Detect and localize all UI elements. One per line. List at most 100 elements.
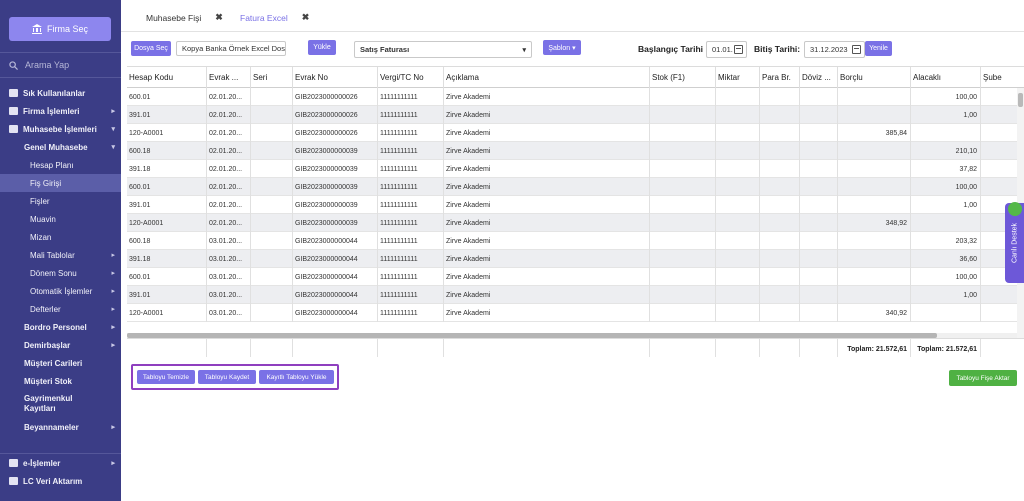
table-cell[interactable] — [799, 88, 837, 106]
table-cell[interactable] — [649, 214, 715, 232]
table-cell[interactable] — [980, 106, 1010, 124]
sidebar-item[interactable]: Hesap Planı — [0, 156, 121, 174]
tabloyu-kaydet-button[interactable]: Tabloyu Kaydet — [198, 370, 256, 384]
table-cell[interactable] — [250, 160, 292, 178]
table-cell[interactable]: 600.18 — [127, 142, 206, 160]
sidebar-item[interactable]: Müşteri Stok — [0, 372, 121, 390]
table-cell[interactable]: 340,92 — [837, 304, 910, 322]
calendar-icon[interactable] — [734, 45, 743, 54]
table-cell[interactable]: Zirve Akademi — [443, 286, 649, 304]
table-cell[interactable] — [759, 286, 799, 304]
table-cell[interactable]: GIB2023000000044 — [292, 232, 377, 250]
table-cell[interactable] — [715, 286, 759, 304]
tabloyu-fise-aktar-button[interactable]: Tabloyu Fişe Aktar — [949, 370, 1017, 386]
table-cell[interactable] — [799, 250, 837, 268]
table-cell[interactable] — [759, 214, 799, 232]
table-cell[interactable]: GIB2023000000044 — [292, 304, 377, 322]
table-cell[interactable] — [715, 106, 759, 124]
table-cell[interactable]: 03.01.20... — [206, 232, 250, 250]
table-cell[interactable] — [837, 232, 910, 250]
table-cell[interactable]: 11111111111 — [377, 196, 443, 214]
sidebar-item[interactable]: Genel Muhasebe ▾ — [0, 138, 121, 156]
table-cell[interactable] — [837, 178, 910, 196]
table-cell[interactable] — [799, 214, 837, 232]
sidebar-item[interactable]: Sık Kullanılanlar — [0, 84, 121, 102]
table-cell[interactable] — [250, 88, 292, 106]
table-cell[interactable]: GIB2023000000044 — [292, 250, 377, 268]
table-cell[interactable] — [715, 196, 759, 214]
sidebar-item[interactable]: Defterler ▸ — [0, 300, 121, 318]
table-cell[interactable] — [759, 232, 799, 250]
table-cell[interactable] — [250, 286, 292, 304]
table-cell[interactable]: 11111111111 — [377, 124, 443, 142]
table-cell[interactable] — [250, 196, 292, 214]
table-cell[interactable]: 02.01.20... — [206, 178, 250, 196]
table-cell[interactable] — [980, 286, 1010, 304]
table-cell[interactable]: GIB2023000000026 — [292, 106, 377, 124]
table-cell[interactable] — [799, 124, 837, 142]
table-row[interactable]: 120-A0001 03.01.20... GIB2023000000044 1111… — [127, 304, 1017, 322]
table-cell[interactable]: 391.18 — [127, 250, 206, 268]
bitis-tarihi-input[interactable]: 31.12.2023 — [804, 41, 865, 58]
table-cell[interactable]: Zirve Akademi — [443, 106, 649, 124]
column-header[interactable]: Vergi/TC No — [377, 67, 443, 88]
table-cell[interactable] — [759, 196, 799, 214]
table-cell[interactable] — [799, 268, 837, 286]
table-cell[interactable]: GIB2023000000026 — [292, 88, 377, 106]
table-cell[interactable]: 11111111111 — [377, 268, 443, 286]
table-cell[interactable] — [837, 196, 910, 214]
yukle-button[interactable]: Yükle — [308, 40, 336, 55]
table-cell[interactable] — [715, 304, 759, 322]
table-cell[interactable]: 11111111111 — [377, 142, 443, 160]
table-cell[interactable] — [649, 304, 715, 322]
table-cell[interactable]: Zirve Akademi — [443, 250, 649, 268]
column-header[interactable]: Stok (F1) — [649, 67, 715, 88]
table-cell[interactable] — [250, 124, 292, 142]
table-cell[interactable]: 11111111111 — [377, 286, 443, 304]
table-cell[interactable]: Zirve Akademi — [443, 88, 649, 106]
table-cell[interactable]: 02.01.20... — [206, 88, 250, 106]
table-cell[interactable] — [980, 304, 1010, 322]
baslangic-tarihi-input[interactable]: 01.01. — [706, 41, 747, 58]
sidebar-item[interactable]: Demirbaşlar ▸ — [0, 336, 121, 354]
table-cell[interactable]: 11111111111 — [377, 178, 443, 196]
table-cell[interactable] — [715, 178, 759, 196]
close-icon[interactable]: ✖ — [215, 12, 223, 23]
table-cell[interactable] — [649, 124, 715, 142]
table-cell[interactable] — [649, 160, 715, 178]
sidebar-item[interactable]: Mali Tablolar ▸ — [0, 246, 121, 264]
fis-turu-select[interactable]: Satış Faturası ▾ — [354, 41, 532, 58]
calendar-icon[interactable] — [852, 45, 861, 54]
table-cell[interactable]: Zirve Akademi — [443, 268, 649, 286]
sablon-button[interactable]: Şablon ▾ — [543, 40, 581, 55]
table-row[interactable]: 600.18 03.01.20... GIB2023000000044 1111111… — [127, 232, 1017, 250]
table-cell[interactable] — [799, 106, 837, 124]
column-header[interactable]: Para Br. — [759, 67, 799, 88]
table-cell[interactable] — [759, 178, 799, 196]
table-cell[interactable]: GIB2023000000026 — [292, 124, 377, 142]
table-cell[interactable]: Zirve Akademi — [443, 214, 649, 232]
table-cell[interactable] — [649, 88, 715, 106]
tabloyu-temizle-button[interactable]: Tabloyu Temizle — [137, 370, 195, 384]
table-cell[interactable]: Zirve Akademi — [443, 304, 649, 322]
table-cell[interactable] — [910, 214, 980, 232]
table-cell[interactable] — [799, 196, 837, 214]
table-cell[interactable]: Zirve Akademi — [443, 178, 649, 196]
table-row[interactable]: 391.18 03.01.20... GIB2023000000044 1111111… — [127, 250, 1017, 268]
table-cell[interactable] — [799, 232, 837, 250]
table-cell[interactable] — [837, 160, 910, 178]
table-cell[interactable] — [250, 178, 292, 196]
table-cell[interactable] — [649, 196, 715, 214]
sidebar-item[interactable]: Mizan — [0, 228, 121, 246]
table-cell[interactable] — [649, 178, 715, 196]
table-row[interactable]: 600.01 03.01.20... GIB2023000000044 1111111… — [127, 268, 1017, 286]
table-row[interactable]: 600.01 02.01.20... GIB2023000000026 1111111… — [127, 88, 1017, 106]
table-row[interactable]: 120-A0001 02.01.20... GIB2023000000039 1111… — [127, 214, 1017, 232]
column-header[interactable]: Miktar — [715, 67, 759, 88]
table-cell[interactable] — [759, 160, 799, 178]
sidebar-item[interactable]: Bordro Personel ▸ — [0, 318, 121, 336]
table-cell[interactable]: 02.01.20... — [206, 106, 250, 124]
table-cell[interactable] — [837, 106, 910, 124]
table-cell[interactable]: 210,10 — [910, 142, 980, 160]
sidebar-search[interactable]: Arama Yap — [0, 52, 121, 78]
